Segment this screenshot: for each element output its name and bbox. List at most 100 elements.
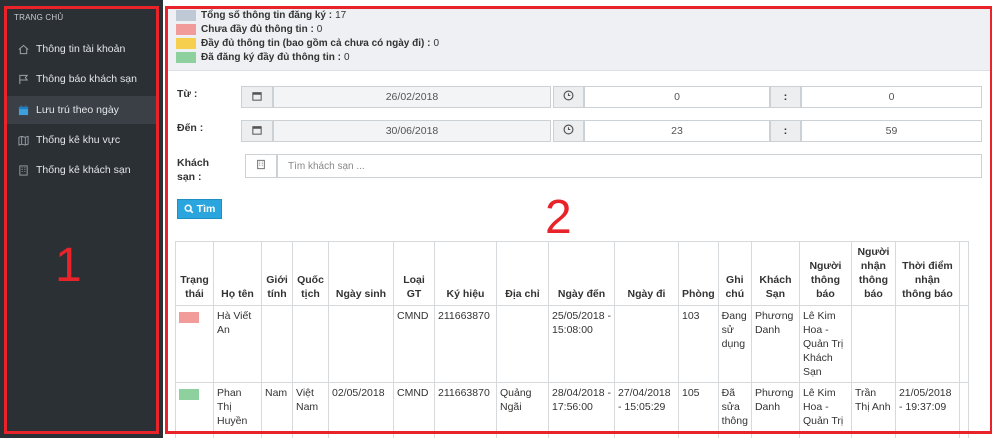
table-cell: 211663870 [434, 382, 497, 438]
status-swatch [179, 312, 199, 323]
sidebar-item-area-stats[interactable]: Thống kê khu vực [7, 126, 158, 154]
table-cell: Lê Kim Hoa - Quản Trị Khách Sạn [798, 305, 852, 383]
to-label: Đến : [177, 122, 204, 134]
column-header[interactable]: Phòng [678, 241, 719, 306]
sidebar-item-label: Thống kê khách sạn [36, 164, 131, 176]
from-time-clock-button[interactable] [553, 86, 584, 108]
column-header[interactable]: Ghi chú [717, 241, 752, 306]
sidebar-item-hotel-notice[interactable]: Thông báo khách sạn [7, 65, 158, 93]
table-cell: Phan Thị Huyền [213, 382, 262, 438]
table-row[interactable]: Phan Thị Huyền Nam Việt Nam 02/05/2018 C… [175, 382, 969, 438]
from-hour-input[interactable]: 0 [584, 86, 770, 108]
calendar-icon [252, 91, 262, 104]
to-hour-input[interactable]: 23 [584, 120, 770, 142]
table-row[interactable]: Hà Viết An CMND 211663870 25/05/2018 - 1… [175, 305, 969, 383]
column-header[interactable]: Giới tính [261, 241, 293, 306]
legend-swatch [176, 10, 196, 21]
legend-item-total: Tổng số thông tin đăng ký : 17 [176, 9, 346, 22]
column-header[interactable]: Trạng thái [175, 241, 214, 306]
column-header[interactable]: Ngày sinh [328, 241, 394, 306]
calendar-icon [17, 104, 29, 116]
sidebar-item-label: Lưu trú theo ngày [36, 104, 119, 116]
table-cell: 02/05/2018 [328, 382, 394, 438]
column-header-spacer [958, 241, 969, 306]
table-cell [894, 305, 960, 383]
sidebar-item-stay-by-day[interactable]: Lưu trú theo ngày [7, 96, 158, 124]
table-cell [328, 305, 394, 383]
building-icon [256, 159, 266, 173]
legend-item-complete-no-departure: Đầy đủ thông tin (bao gồm cả chưa có ngà… [176, 37, 439, 50]
status-cell [175, 305, 214, 383]
from-label: Từ : [177, 88, 198, 100]
table-cell-spacer [958, 305, 969, 383]
table-cell [496, 305, 549, 383]
table-cell: 25/05/2018 - 15:08:00 [548, 305, 615, 383]
sidebar-item-label: Thông báo khách sạn [36, 73, 137, 85]
sidebar-item-label: Thông tin tài khoản [36, 43, 126, 55]
sidebar-header: TRANG CHỦ [14, 13, 64, 22]
table-cell: Hà Viết An [213, 305, 262, 383]
search-button-label: Tìm [196, 203, 216, 215]
legend-label: Tổng số thông tin đăng ký : [201, 10, 333, 21]
table-cell: Việt Nam [292, 382, 329, 438]
hotel-search-input[interactable]: Tìm khách sạn ... [277, 154, 982, 178]
table-cell: 28/04/2018 - 17:56:00 [548, 382, 615, 438]
column-header[interactable]: Địa chỉ [496, 241, 549, 306]
registration-table: Trạng thái Họ tên Giới tính Quốc tịch Ng… [175, 241, 969, 438]
table-cell: Đã sửa thông [717, 382, 752, 438]
from-date-input[interactable]: 26/02/2018 [273, 86, 551, 108]
status-cell [175, 382, 214, 438]
column-header[interactable]: Ngày đến [548, 241, 615, 306]
status-legend: Tổng số thông tin đăng ký : 17 Chưa đầy … [168, 9, 990, 71]
calendar-icon [252, 125, 262, 138]
legend-swatch [176, 24, 196, 35]
to-minute-input[interactable]: 59 [801, 120, 982, 142]
column-header[interactable]: Ký hiệu [434, 241, 497, 306]
clock-icon [563, 124, 574, 138]
hotel-label: Khách sạn : [177, 156, 209, 184]
column-header[interactable]: Khách Sạn [750, 241, 800, 306]
legend-value: 0 [433, 38, 440, 49]
to-date-input[interactable]: 30/06/2018 [273, 120, 551, 142]
table-cell: CMND [393, 305, 435, 383]
annotation-number-1: 1 [55, 239, 82, 292]
building-icon [17, 164, 29, 176]
column-header[interactable]: Người thông báo [798, 241, 852, 306]
table-header-row: Trạng thái Họ tên Giới tính Quốc tịch Ng… [175, 241, 969, 306]
annotation-number-2: 2 [545, 191, 572, 244]
status-swatch [179, 389, 199, 400]
column-header[interactable]: Quốc tịch [292, 241, 329, 306]
hotel-label-line2: sạn : [177, 171, 202, 183]
column-header[interactable]: Họ tên [213, 241, 262, 306]
from-date-calendar-button[interactable] [241, 86, 273, 108]
table-cell: 21/05/2018 - 19:37:09 [894, 382, 960, 438]
table-cell: CMND [393, 382, 435, 438]
to-date-calendar-button[interactable] [241, 120, 273, 142]
column-header[interactable]: Ngày đi [614, 241, 679, 306]
home-icon [17, 43, 29, 55]
table-cell: 105 [678, 382, 719, 438]
flag-icon [17, 73, 29, 85]
table-cell [850, 305, 896, 383]
legend-item-incomplete: Chưa đầy đủ thông tin : 0 [176, 23, 322, 36]
hotel-label-line1: Khách [177, 157, 210, 169]
search-icon [184, 204, 194, 214]
table-cell: Lê Kim Hoa - Quản Trị [798, 382, 852, 438]
to-time-clock-button[interactable] [553, 120, 584, 142]
column-header[interactable]: Loại GT [393, 241, 435, 306]
table-cell: Phương Danh [750, 305, 800, 383]
column-header[interactable]: Thời điểm nhận thông báo [894, 241, 960, 306]
table-cell: Quảng Ngãi [496, 382, 549, 438]
table-cell: Nam [261, 382, 293, 438]
legend-value: 17 [335, 10, 347, 21]
table-cell [292, 305, 329, 383]
from-minute-input[interactable]: 0 [801, 86, 982, 108]
legend-value: 0 [344, 52, 350, 63]
column-header[interactable]: Người nhận thông báo [850, 241, 896, 306]
legend-label: Chưa đầy đủ thông tin : [201, 24, 314, 35]
table-cell: 211663870 [434, 305, 497, 383]
sidebar-item-hotel-stats[interactable]: Thống kê khách sạn [7, 156, 158, 184]
table-cell: 27/04/2018 - 15:05:29 [614, 382, 679, 438]
search-button[interactable]: Tìm [177, 199, 222, 219]
sidebar-item-account[interactable]: Thông tin tài khoản [7, 35, 158, 63]
